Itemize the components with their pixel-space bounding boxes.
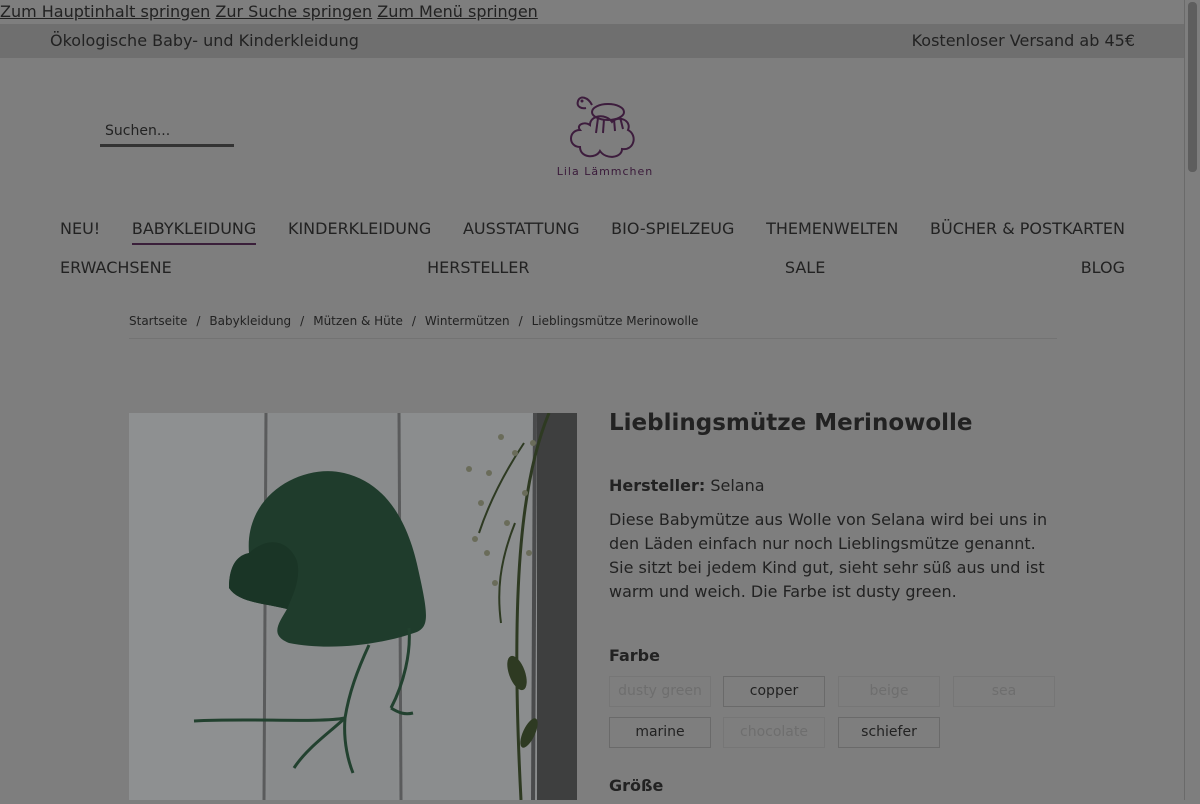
- breadcrumb-link-babykleidung[interactable]: Babykleidung: [209, 314, 291, 328]
- main-nav-row-1: NEU! BABYKLEIDUNG KINDERKLEIDUNG AUSSTAT…: [60, 219, 1125, 245]
- breadcrumb-separator: /: [411, 314, 416, 328]
- maker-link[interactable]: Selana: [710, 476, 764, 495]
- knitted-bonnet-photo: [129, 412, 577, 801]
- color-option-dusty-green[interactable]: dusty green: [609, 676, 711, 707]
- color-option-beige[interactable]: beige: [838, 676, 940, 707]
- search-input[interactable]: [100, 123, 235, 139]
- nav-item-bio-spielzeug[interactable]: BIO-SPIELZEUG: [611, 219, 734, 245]
- nav-item-neu[interactable]: NEU!: [60, 219, 100, 245]
- logo-text: Lila Lämmchen: [556, 165, 654, 178]
- breadcrumb-separator: /: [518, 314, 523, 328]
- skip-to-search-link[interactable]: Zur Suche springen: [215, 2, 372, 21]
- color-label: Farbe: [609, 646, 660, 665]
- product-image[interactable]: [129, 412, 577, 801]
- nav-item-buecher-postkarten[interactable]: BÜCHER & POSTKARTEN: [930, 219, 1125, 245]
- product-description: Diese Babymütze aus Wolle von Selana wir…: [609, 510, 1048, 601]
- breadcrumb-separator: /: [196, 314, 201, 328]
- product-maker: Hersteller: Selana: [609, 476, 765, 495]
- scrollbar-thumb[interactable]: [1188, 2, 1197, 172]
- nav-item-sale[interactable]: SALE: [785, 258, 825, 282]
- product-info: Lieblingsmütze Merinowolle Hersteller: S…: [609, 410, 1059, 601]
- nav-item-ausstattung[interactable]: AUSSTATTUNG: [463, 219, 580, 245]
- breadcrumb-link-startseite[interactable]: Startseite: [129, 314, 187, 328]
- breadcrumb-current: Lieblingsmütze Merinowolle: [531, 314, 699, 328]
- nav-item-hersteller[interactable]: HERSTELLER: [427, 258, 529, 282]
- skip-to-main-link[interactable]: Zum Hauptinhalt springen: [0, 2, 210, 21]
- size-label: Größe: [609, 776, 664, 795]
- shipping-info: Kostenloser Versand ab 45€: [911, 31, 1135, 50]
- nav-item-blog[interactable]: BLOG: [1081, 258, 1125, 282]
- breadcrumb-separator: /: [300, 314, 305, 328]
- top-info-bar: Ökologische Baby- und Kinderkleidung Kos…: [0, 24, 1185, 58]
- breadcrumb: Startseite / Babykleidung / Mützen & Hüte / Wi…: [129, 314, 1057, 339]
- product-title: Lieblingsmütze Merinowolle: [609, 410, 973, 436]
- breadcrumb-link-wintermuetzen[interactable]: Wintermützen: [425, 314, 510, 328]
- page-scrollbar[interactable]: [1184, 0, 1200, 800]
- color-option-copper[interactable]: copper: [723, 676, 825, 707]
- nav-item-themenwelten[interactable]: THEMENWELTEN: [766, 219, 898, 245]
- breadcrumb-link-muetzen-huete[interactable]: Mützen & Hüte: [313, 314, 403, 328]
- nav-item-kinderkleidung[interactable]: KINDERKLEIDUNG: [288, 219, 431, 245]
- skip-to-menu-link[interactable]: Zum Menü springen: [377, 2, 538, 21]
- color-option-chocolate[interactable]: chocolate: [723, 717, 825, 748]
- search-box[interactable]: [100, 120, 235, 147]
- maker-label: Hersteller:: [609, 476, 706, 495]
- color-option-marine[interactable]: marine: [609, 717, 711, 748]
- nav-item-babykleidung[interactable]: BABYKLEIDUNG: [131, 219, 257, 245]
- main-nav-row-2: ERWACHSENE HERSTELLER SALE BLOG: [60, 258, 1125, 282]
- color-option-schiefer[interactable]: schiefer: [838, 717, 940, 748]
- tagline: Ökologische Baby- und Kinderkleidung: [50, 31, 359, 50]
- color-option-sea[interactable]: sea: [953, 676, 1055, 707]
- nav-item-erwachsene[interactable]: ERWACHSENE: [60, 258, 172, 282]
- site-logo[interactable]: Lila Lämmchen: [550, 85, 660, 185]
- lamb-on-cloud-logo-icon: [570, 96, 635, 158]
- skip-links: Zum Hauptinhalt springen Zur Suche sprin…: [0, 0, 538, 24]
